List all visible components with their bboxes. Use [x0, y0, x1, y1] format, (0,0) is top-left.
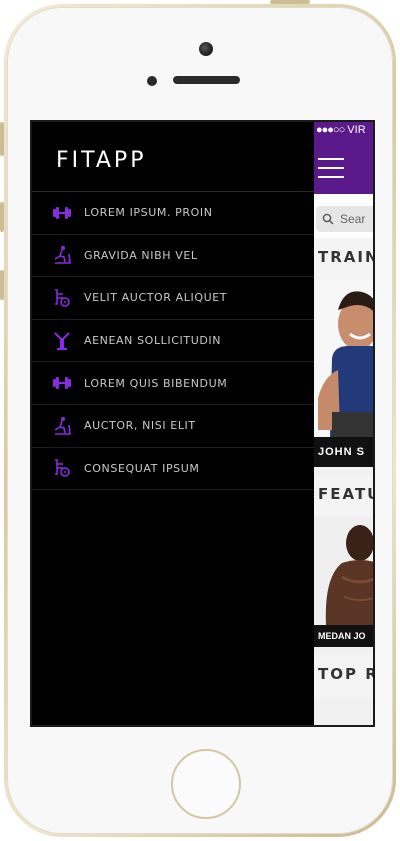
menu-item-label: VELIT AUCTOR ALIQUET: [84, 291, 228, 305]
bike-icon: [55, 289, 70, 307]
menu-item-auctor-nisi-elit[interactable]: AUCTOR, NISI ELIT: [32, 405, 314, 448]
featured-image: [314, 517, 373, 625]
dumbbell-icon: [53, 377, 71, 390]
treadmill-icon: [54, 416, 71, 435]
home-button[interactable]: [171, 749, 241, 819]
menu-item-label: LOREM IPSUM. PROIN: [84, 206, 213, 220]
carrier-name: VIR: [347, 124, 366, 136]
mute-switch: [0, 122, 4, 156]
trainer-image: [314, 280, 373, 437]
status-bar: ●●●○○ VIR: [314, 122, 373, 140]
menu-item-velit-auctor-aliquet[interactable]: VELIT AUCTOR ALIQUET: [32, 277, 314, 320]
menu-item-label: LOREM QUIS BIBENDUM: [84, 376, 228, 390]
menu-item-gravida-nibh-vel[interactable]: GRAVIDA NIBH VEL: [32, 235, 314, 278]
search-bar: Sear: [314, 194, 373, 238]
featured-photo[interactable]: [314, 517, 373, 625]
navigation-drawer: FITAPP LOREM IPSUM. PROIN GRAVIDA NIBH V…: [32, 122, 314, 725]
menu-item-aenean-sollicitudin[interactable]: AENEAN SOLLICITUDIN: [32, 320, 314, 363]
treadmill-icon: [54, 246, 71, 265]
power-button: [270, 0, 310, 4]
section-gap: [314, 647, 373, 655]
main-app-content[interactable]: ●●●○○ VIR Sear TRAIN JOHN S FEAT MEDAN J…: [314, 122, 373, 725]
bike-icon: [55, 459, 70, 478]
app-header: [314, 140, 373, 194]
menu-item-label: CONSEQUAT IPSUM: [84, 461, 200, 475]
section-title-top: TOP R: [314, 655, 373, 697]
menu-item-label: AENEAN SOLLICITUDIN: [84, 334, 222, 348]
menu-item-lorem-quis-bibendum[interactable]: LOREM QUIS BIBENDUM: [32, 362, 314, 405]
proximity-sensor: [147, 76, 157, 86]
menu-item-consequat-ipsum[interactable]: CONSEQUAT IPSUM: [32, 448, 314, 491]
section-title-featured: FEATU: [314, 475, 373, 517]
volume-down-button: [0, 270, 4, 300]
front-camera: [199, 42, 213, 56]
dumbbell-icon: [53, 206, 71, 219]
menu-item-lorem-ipsum-proin[interactable]: LOREM IPSUM. PROIN: [32, 192, 314, 235]
trainer-caption: JOHN S: [314, 437, 373, 467]
volume-up-button: [0, 202, 4, 232]
signal-strength: ●●●○○: [316, 124, 345, 136]
app-logo: FITAPP: [32, 122, 314, 192]
trainer-photo[interactable]: [314, 280, 373, 437]
menu-item-label: GRAVIDA NIBH VEL: [84, 248, 198, 262]
phone-screen: ●●●○○ VIR Sear TRAIN JOHN S FEAT MEDAN J…: [30, 120, 375, 727]
search-placeholder: Sear: [340, 212, 366, 226]
search-input[interactable]: Sear: [316, 206, 373, 232]
menu-hamburger-icon[interactable]: [318, 158, 344, 178]
kettlebell-icon: [54, 331, 70, 350]
earpiece-speaker: [173, 76, 240, 84]
section-gap: [314, 467, 373, 475]
featured-caption: MEDAN JO: [314, 625, 373, 647]
menu-item-label: AUCTOR, NISI ELIT: [84, 419, 196, 433]
search-icon: [322, 213, 334, 225]
section-title-trainers: TRAIN: [314, 238, 373, 280]
